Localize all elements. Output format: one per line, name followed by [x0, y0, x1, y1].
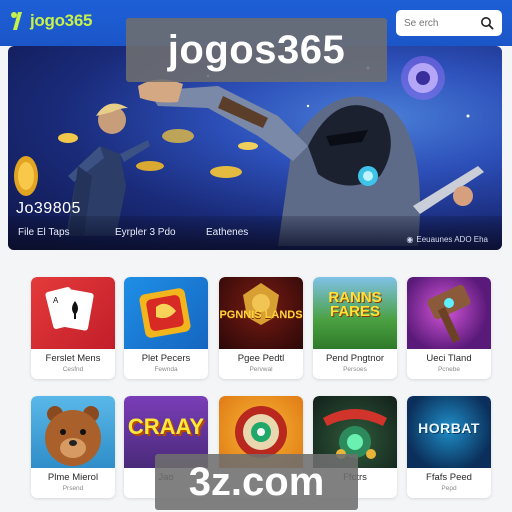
bear-icon [45, 406, 101, 466]
game-title: Pend Pngtnor [325, 353, 385, 364]
game-title: Ueci Tland [426, 353, 472, 364]
game-logo-text: RANNS FARES [328, 289, 382, 320]
search-box[interactable] [396, 10, 502, 36]
game-subtitle: Pcnebe [437, 366, 461, 373]
game-logo-text: CRAAY [127, 414, 205, 439]
game-subtitle: Prsend [62, 485, 84, 492]
logo-icon [11, 12, 22, 30]
game-card[interactable]: PGNNIS LANDS Pgee Pedtl Pervwal [219, 277, 303, 379]
hero-link-2[interactable]: Eyrpler 3 Pdo [115, 227, 176, 238]
game-card[interactable]: HORBAT Ffafs Peed Pepd [407, 396, 491, 498]
info-icon: ◉ [406, 235, 414, 244]
game-subtitle: Pepd [441, 485, 457, 492]
game-title: Plme Mierol [47, 472, 99, 483]
game-thumbnail [124, 277, 208, 349]
game-thumbnail [407, 277, 491, 349]
hammer-icon [427, 284, 471, 344]
game-title: Ffafs Peed [426, 472, 472, 483]
game-thumbnail: PGNNIS LANDS [219, 277, 303, 349]
game-card[interactable]: RANNS FARES Pend Pngtnor Persoes [313, 277, 397, 379]
hero-link-1[interactable]: File El Taps [18, 227, 70, 238]
game-subtitle: Pervwal [249, 366, 273, 373]
game-card[interactable]: Ueci Tland Pcnebe [407, 277, 491, 379]
game-thumbnail: A [31, 277, 115, 349]
search-icon[interactable] [480, 16, 494, 30]
watermark-overlay-bottom: 3z.com [155, 454, 358, 510]
game-title: Ferslet Mens [45, 353, 101, 364]
game-title: Pgee Pedtl [237, 353, 285, 364]
game-logo-text: HORBAT [418, 420, 480, 436]
game-card[interactable]: Plet Pecers Fewnda [124, 277, 208, 379]
game-thumbnail [31, 396, 115, 468]
hero-footnote: ◉ Eeuaunes ADO Eha [406, 235, 488, 244]
svg-text:A: A [53, 296, 59, 305]
game-thumbnail: HORBAT [407, 396, 491, 468]
hero-caption-bar [8, 216, 502, 250]
game-subtitle: Cesfnd [62, 366, 84, 373]
game-title: Plet Pecers [141, 353, 191, 364]
logo-text: jogo365 [30, 11, 93, 30]
hero-link-3[interactable]: Eathenes [206, 227, 248, 238]
game-subtitle: Persoes [343, 366, 367, 373]
game-thumbnail: RANNS FARES [313, 277, 397, 349]
gold-tile-icon [139, 288, 191, 338]
site-logo[interactable]: jogo365 [8, 11, 92, 31]
playing-cards-icon: A [45, 287, 94, 331]
hero-title: Jo39805 [16, 200, 81, 217]
game-logo-text: PGNNIS LANDS [219, 309, 303, 321]
search-input[interactable] [404, 17, 474, 29]
watermark-overlay-top: jogos365 [126, 18, 387, 82]
game-card[interactable]: Plme Mierol Prsend [31, 396, 115, 498]
game-card[interactable]: A Ferslet Mens Cesfnd [31, 277, 115, 379]
game-subtitle: Fewnda [154, 366, 178, 373]
